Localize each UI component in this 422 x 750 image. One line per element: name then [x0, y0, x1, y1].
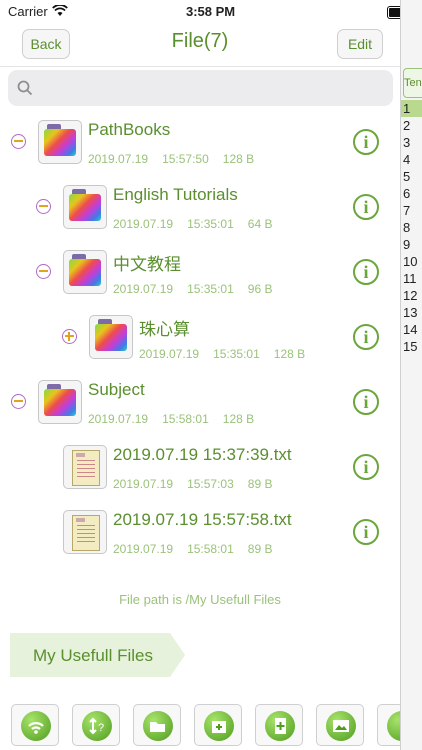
text-file-icon — [63, 445, 107, 489]
sort-button[interactable]: ? — [72, 704, 120, 746]
add-image-icon — [326, 711, 356, 741]
search-bar[interactable] — [8, 70, 393, 106]
new-file-button[interactable] — [255, 704, 303, 746]
add-image-button[interactable] — [316, 704, 364, 746]
line-number: 12 — [403, 288, 418, 303]
line-number: 8 — [403, 220, 411, 235]
open-folder-button[interactable] — [133, 704, 181, 746]
wifi-transfer-icon — [21, 711, 51, 741]
item-name: 2019.07.19 15:57:58.txt — [113, 510, 292, 529]
side-tab[interactable]: Ten — [403, 68, 422, 98]
tree-row-subject[interactable]: Subject 2019.07.19 15:58:01 128 B i — [0, 370, 400, 435]
tree-row-file-2[interactable]: 2019.07.19 15:57:58.txt 2019.07.19 15:58:… — [0, 500, 400, 565]
item-meta: 2019.07.19 15:35:01 96 B — [113, 282, 273, 296]
tree-row-pathbooks[interactable]: PathBooks 2019.07.19 15:57:50 128 B i — [0, 110, 400, 175]
item-meta: 2019.07.19 15:35:01 128 B — [139, 347, 306, 361]
folder-icon — [63, 185, 107, 229]
folder-icon — [89, 315, 133, 359]
collapse-toggle-icon[interactable] — [36, 199, 51, 214]
line-number: 3 — [403, 135, 411, 150]
back-button[interactable]: Back — [22, 29, 70, 59]
tree-row-english-tutorials[interactable]: English Tutorials 2019.07.19 15:35:01 64 B… — [0, 175, 400, 240]
line-number: 10 — [403, 254, 418, 269]
file-path-label: File path is /My Usefull Files — [119, 592, 281, 607]
new-file-icon — [265, 711, 295, 741]
item-meta: 2019.07.19 15:57:03 89 B — [113, 477, 273, 491]
status-bar: Carrier 3:58 PM — [0, 0, 415, 22]
line-number: 14 — [403, 322, 418, 337]
line-number: 2 — [403, 118, 411, 133]
folder-icon — [63, 250, 107, 294]
info-icon[interactable]: i — [353, 324, 379, 350]
expand-toggle-icon[interactable] — [62, 329, 77, 344]
line-number: 6 — [403, 186, 411, 201]
open-folder-icon — [143, 711, 173, 741]
info-icon[interactable]: i — [353, 519, 379, 545]
item-name: 中文教程 — [113, 255, 181, 274]
wifi-transfer-button[interactable] — [11, 704, 59, 746]
info-icon[interactable]: i — [353, 259, 379, 285]
info-icon[interactable]: i — [353, 194, 379, 220]
search-input[interactable] — [42, 76, 386, 102]
bottom-toolbar: ? — [0, 700, 417, 750]
tree-row-abacus[interactable]: 珠心算 2019.07.19 15:35:01 128 B i — [0, 305, 400, 370]
folder-icon — [38, 380, 82, 424]
transfer-button[interactable] — [377, 704, 417, 746]
item-meta: 2019.07.19 15:58:01 128 B — [88, 412, 255, 426]
tree-row-file-1[interactable]: 2019.07.19 15:37:39.txt 2019.07.19 15:57:… — [0, 435, 400, 500]
line-number: 15 — [403, 339, 418, 354]
folder-icon — [38, 120, 82, 164]
item-name: 珠心算 — [139, 320, 190, 339]
navigation-bar: Back File(7) Edit — [0, 22, 400, 67]
line-number: 13 — [403, 305, 418, 320]
item-meta: 2019.07.19 15:58:01 89 B — [113, 542, 273, 556]
info-icon[interactable]: i — [353, 389, 379, 415]
svg-text:?: ? — [98, 722, 104, 734]
item-meta: 2019.07.19 15:57:50 128 B — [88, 152, 255, 166]
line-number: 4 — [403, 152, 411, 167]
wifi-icon — [52, 4, 68, 16]
edit-button[interactable]: Edit — [337, 29, 383, 59]
line-number: 1 — [401, 100, 422, 117]
current-folder-label: My Usefull Files — [33, 646, 153, 665]
new-folder-button[interactable] — [194, 704, 242, 746]
carrier-label: Carrier — [8, 4, 48, 19]
tree-row-chinese-tutorials[interactable]: 中文教程 2019.07.19 15:35:01 96 B i — [0, 240, 400, 305]
info-icon[interactable]: i — [353, 129, 379, 155]
item-name: Subject — [88, 380, 145, 399]
item-name: PathBooks — [88, 120, 171, 139]
clock: 3:58 PM — [186, 4, 236, 19]
page-title: File(7) — [171, 30, 229, 52]
info-icon[interactable]: i — [353, 454, 379, 480]
item-name: English Tutorials — [113, 185, 238, 204]
item-name: 2019.07.19 15:37:39.txt — [113, 445, 292, 464]
side-panel: Ten 1 2 3 4 5 6 7 8 9 10 11 12 13 14 15 — [400, 0, 422, 750]
line-number: 9 — [403, 237, 411, 252]
collapse-toggle-icon[interactable] — [11, 394, 26, 409]
current-folder-tag[interactable]: My Usefull Files — [10, 633, 185, 677]
sort-help-icon: ? — [82, 711, 112, 741]
item-meta: 2019.07.19 15:35:01 64 B — [113, 217, 273, 231]
line-number: 5 — [403, 169, 411, 184]
line-number: 7 — [403, 203, 411, 218]
text-file-icon — [63, 510, 107, 554]
collapse-toggle-icon[interactable] — [36, 264, 51, 279]
line-number: 11 — [403, 271, 417, 286]
new-folder-icon — [204, 711, 234, 741]
search-icon — [17, 80, 33, 96]
collapse-toggle-icon[interactable] — [11, 134, 26, 149]
